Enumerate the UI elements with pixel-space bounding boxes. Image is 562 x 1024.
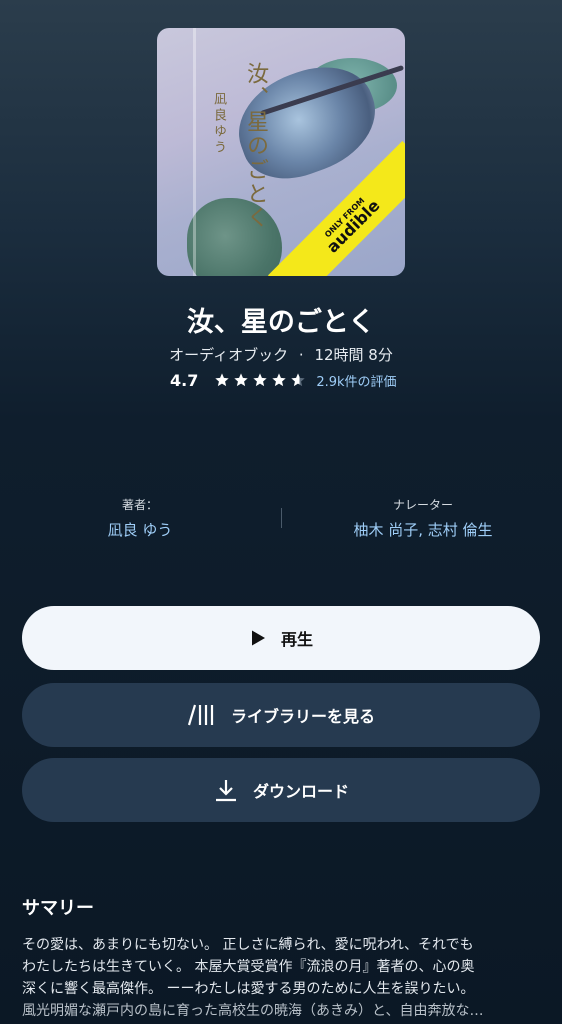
summary-line: 深くに響く最高傑作。 ーーわたしは愛する男のために人生を誤りたい。 [22, 981, 475, 997]
play-icon [251, 630, 265, 646]
credits-section: 著者： 凪良 ゆう ナレーター 柚木 尚子, 志村 倫生 [0, 496, 562, 546]
cover-author: 凪良ゆう [211, 92, 226, 156]
rating-row[interactable]: 4.7 2.9k件の評価 [170, 369, 397, 391]
star-icon [234, 373, 249, 387]
author-link[interactable]: 凪良 ゆう [20, 519, 260, 540]
download-button[interactable]: ダウンロード [22, 758, 540, 822]
view-library-button[interactable]: ライブラリーを見る [22, 683, 540, 747]
download-icon [215, 780, 236, 802]
book-cover[interactable]: 汝、星のごとく 凪良ゆう ONLY FROM audible [157, 28, 405, 276]
play-button-label: 再生 [280, 630, 313, 649]
rating-value: 4.7 [170, 370, 199, 390]
rating-count-link[interactable]: 2.9k件の評価 [316, 371, 396, 390]
summary-line: その愛は、あまりにも切ない。 正しさに縛られ、愛に呪われ、それでも [22, 937, 474, 953]
library-icon [187, 704, 214, 726]
author-credit: 著者： 凪良 ゆう [20, 496, 260, 540]
summary-text[interactable]: その愛は、あまりにも切ない。 正しさに縛られ、愛に呪われ、それでも わたしたちは… [22, 934, 542, 1022]
book-duration: 12時間 8分 [314, 346, 393, 364]
cover-art-stripe [193, 28, 196, 276]
cover-title: 汝、星のごとく [243, 62, 268, 230]
credits-divider [281, 508, 282, 528]
book-meta: オーディオブック · 12時間 8分 [0, 344, 562, 365]
summary-line: 風光明媚な瀬戸内の島に育った高校生の暁海（あきみ）と、自由奔放な… [22, 1003, 484, 1019]
narrator-credit: ナレーター 柚木 尚子, 志村 倫生 [303, 496, 543, 540]
download-button-label: ダウンロード [252, 782, 349, 801]
narrator-link[interactable]: 柚木 尚子, 志村 倫生 [303, 519, 543, 540]
rating-stars [214, 372, 306, 388]
star-icon [253, 373, 268, 387]
play-button[interactable]: 再生 [22, 606, 540, 670]
book-format: オーディオブック [169, 346, 289, 364]
star-icon [272, 373, 287, 387]
star-half-icon [291, 373, 306, 387]
star-icon [215, 373, 230, 387]
book-title: 汝、星のごとく [186, 307, 376, 338]
summary-line: わたしたちは生きていく。 本屋大賞受賞作『流浪の月』著者の、心の奥 [22, 959, 475, 975]
author-label: 著者： [121, 498, 158, 512]
meta-separator: · [298, 346, 304, 364]
summary-heading: サマリー [22, 898, 94, 919]
library-button-label: ライブラリーを見る [230, 707, 375, 726]
narrator-label: ナレーター [392, 498, 453, 512]
